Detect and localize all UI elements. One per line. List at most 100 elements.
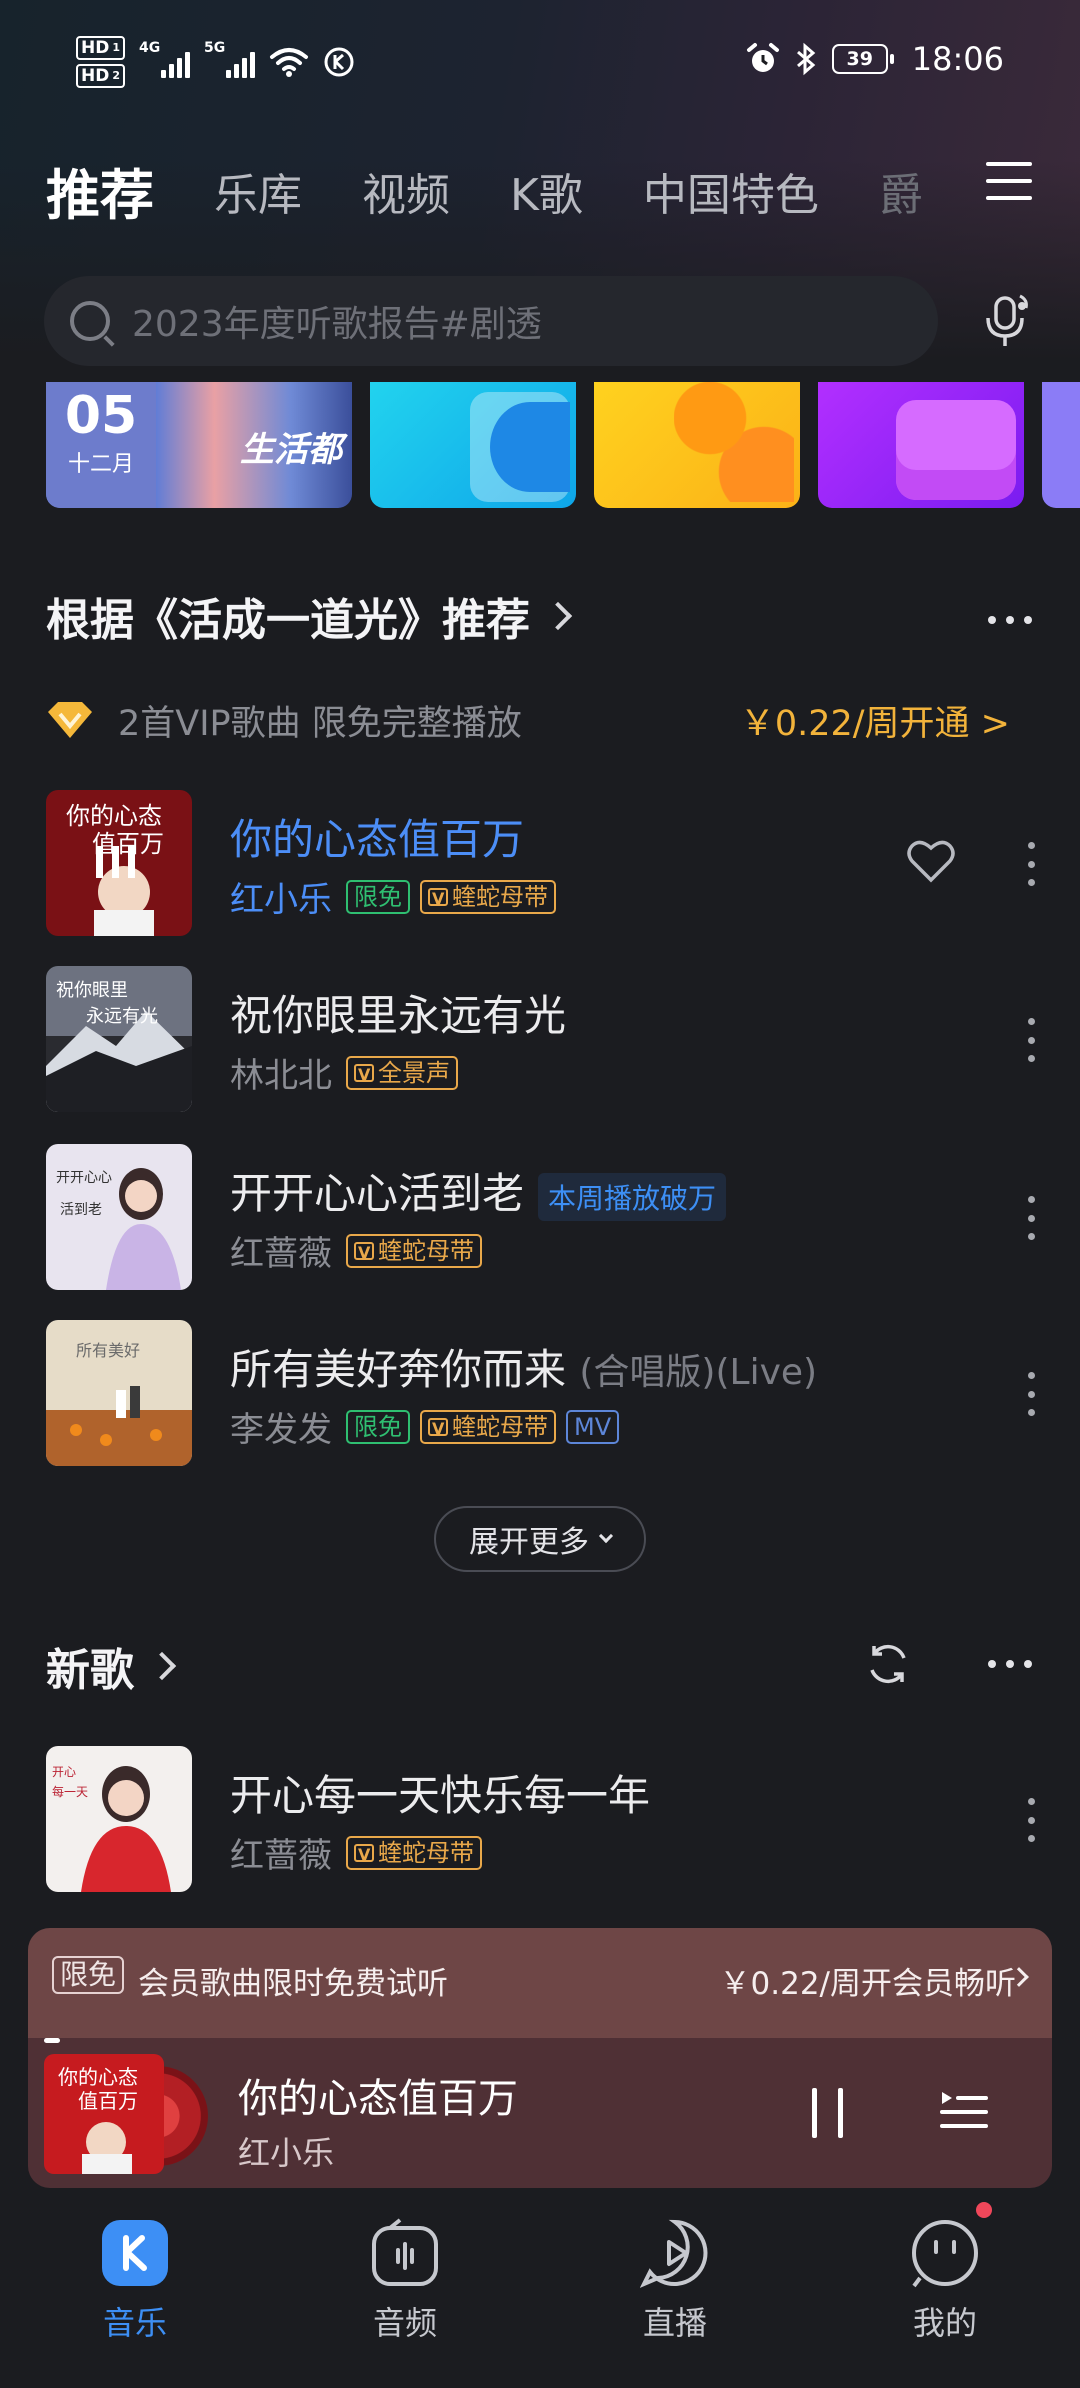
song-more-icon[interactable] (1026, 1798, 1036, 1842)
hd2-label: HD (81, 66, 110, 86)
free-badge: 限免 (346, 1409, 410, 1444)
refresh-icon[interactable] (864, 1640, 912, 1688)
heart-icon[interactable] (906, 838, 956, 884)
search-placeholder: 2023年度听歌报告#剧透 (132, 304, 542, 345)
tab-jazz[interactable]: 爵 (879, 164, 923, 228)
song-more-icon[interactable] (1026, 842, 1036, 886)
song-artist[interactable]: 红蔷薇 (230, 1828, 332, 1877)
recommend-section-title: 根据《活成一道光》推荐 (46, 595, 530, 646)
clock: 18:06 (911, 40, 1004, 78)
battery-level: 39 (846, 48, 873, 70)
nav-label: 直播 (642, 2304, 707, 2342)
song-artist[interactable]: 红小乐 (230, 872, 332, 921)
svg-text:所有美好: 所有美好 (76, 1341, 140, 1360)
player-artist: 红小乐 (238, 2134, 335, 2172)
banner-card-5[interactable] (1042, 382, 1080, 508)
banner-card-2[interactable] (370, 382, 576, 508)
expand-more-button[interactable]: 展开更多 (434, 1506, 646, 1572)
song-more-icon[interactable] (1026, 1018, 1036, 1062)
mv-badge[interactable]: MV (566, 1409, 620, 1444)
promo-price-link[interactable]: ￥0.22/周开会员畅听 (720, 1958, 1016, 2003)
tab-chinese-style[interactable]: 中国特色 (643, 164, 819, 228)
free-badge: 限免 (346, 879, 410, 914)
notification-dot (976, 2202, 992, 2218)
daily-date: 05 十二月 (46, 382, 156, 508)
section-more-icon[interactable] (988, 616, 1038, 628)
vip-price-link[interactable]: ￥0.22/周开通 > (740, 695, 1010, 746)
quality-badge-label: 蝰蛇母带 (378, 1838, 474, 1867)
song-more-icon[interactable] (1026, 1372, 1036, 1416)
vip-trial-banner[interactable]: 限免 会员歌曲限时免费试听 ￥0.22/周开会员畅听 (28, 1928, 1052, 2038)
top-tabs: 推荐 乐库 视频 K歌 中国特色 爵 (46, 148, 1006, 228)
tab-video[interactable]: 视频 (362, 164, 450, 228)
song-more-icon[interactable] (1026, 1196, 1036, 1240)
mini-player[interactable]: 你的心态 值百万 你的心态值百万 红小乐 (28, 2038, 1052, 2188)
song-meta: 红蔷薇 蝰蛇母带 (230, 1226, 482, 1275)
song-artist[interactable]: 林北北 (230, 1048, 332, 1097)
hd1-icon: HD 1 (76, 36, 125, 60)
status-right: 39 18:06 (746, 40, 1004, 78)
tab-recommend[interactable]: 推荐 (46, 164, 154, 228)
banner-card-3[interactable] (594, 382, 800, 508)
music-icon (100, 2218, 170, 2288)
player-cover[interactable]: 你的心态 值百万 (44, 2054, 164, 2174)
svg-text:开心: 开心 (52, 1765, 76, 1779)
svg-text:你的心态: 你的心态 (66, 802, 162, 830)
quality-badge: 蝰蛇母带 (346, 1233, 482, 1268)
search-bar[interactable]: 2023年度听歌报告#剧透 (44, 276, 938, 366)
quality-badge-label: 蝰蛇母带 (452, 1412, 548, 1441)
song-version: (合唱版)(Live) (579, 1352, 818, 1393)
gen2-label: 5G (204, 40, 226, 56)
section-more-icon[interactable] (988, 1660, 1038, 1672)
svg-text:祝你眼里: 祝你眼里 (56, 980, 128, 1001)
banner-daily-card[interactable]: 05 十二月 生活都 (46, 382, 352, 508)
song-row[interactable]: 你的心态 值百万 你的心态值百万 红小乐 限免 蝰蛇母带 (46, 790, 1036, 936)
voice-search-icon[interactable] (982, 292, 1034, 348)
status-bar: HD 1 HD 2 4G 5G 39 18:06 (0, 0, 1080, 130)
nav-music[interactable]: 音乐 (0, 2188, 270, 2388)
nav-me[interactable]: 我的 (810, 2188, 1080, 2388)
player-song-title: 你的心态值百万 (238, 2076, 518, 2122)
trending-tag: 本周播放破万 (538, 1172, 727, 1221)
nav-label: 我的 (912, 2304, 977, 2342)
signal-4g-icon: 4G (139, 40, 190, 78)
quality-badge-label: 蝰蛇母带 (452, 882, 548, 911)
song-row[interactable]: 开开心心 活到老 开开心心活到老本周播放破万 红蔷薇 蝰蛇母带 (46, 1144, 1036, 1290)
menu-icon[interactable] (986, 162, 1032, 202)
svg-text:你的心态: 你的心态 (58, 2065, 138, 2089)
tab-karaoke[interactable]: K歌 (510, 164, 583, 228)
song-artist[interactable]: 红蔷薇 (230, 1226, 332, 1275)
pause-icon[interactable] (808, 2088, 848, 2138)
viper-icon (428, 1414, 448, 1444)
banner-caption: 生活都 (240, 430, 342, 470)
song-artist[interactable]: 李发发 (230, 1402, 332, 1451)
vip-promo-line[interactable]: 2首VIP歌曲 限免完整播放 ￥0.22/周开通 > (46, 690, 1010, 750)
svg-text:值百万: 值百万 (78, 2089, 138, 2113)
audio-icon (370, 2218, 440, 2288)
song-title-wrap: 开开心心活到老 本周播放破万 (230, 1160, 727, 1221)
quality-badge: 全景声 (346, 1055, 458, 1090)
song-meta: 红蔷薇 蝰蛇母带 (230, 1828, 482, 1877)
recommend-section-header[interactable]: 根据《活成一道光》推荐 (46, 584, 573, 648)
viper-icon (354, 1840, 374, 1870)
wifi-icon (270, 48, 308, 77)
song-cover: 祝你眼里 永远有光 (46, 966, 192, 1112)
new-songs-header[interactable]: 新歌 (46, 1634, 177, 1698)
nav-audio[interactable]: 音频 (270, 2188, 540, 2388)
banner-card-4[interactable] (818, 382, 1024, 508)
song-row[interactable]: 所有美好 所有美好奔你而来 (合唱版)(Live) 李发发 限免 蝰蛇母带 MV (46, 1320, 1036, 1466)
nav-live[interactable]: 直播 (540, 2188, 810, 2388)
hd1-label: HD (81, 38, 110, 58)
tab-library[interactable]: 乐库 (214, 164, 302, 228)
playlist-icon[interactable] (938, 2088, 990, 2136)
song-title: 开心每一天快乐每一年 (230, 1771, 651, 1820)
banner-carousel: 05 十二月 生活都 (46, 382, 1080, 508)
song-title-wrap: 所有美好奔你而来 (合唱版)(Live) (230, 1336, 817, 1397)
song-row[interactable]: 祝你眼里 永远有光 祝你眼里永远有光 林北北 全景声 (46, 966, 1036, 1112)
vip-diamond-icon (48, 702, 92, 738)
song-meta: 林北北 全景声 (230, 1048, 458, 1097)
viper-icon (354, 1060, 374, 1090)
hd1-sub: 1 (112, 41, 120, 54)
nav-label: 音乐 (102, 2304, 167, 2342)
song-row[interactable]: 开心 每一天 开心每一天快乐每一年 红蔷薇 蝰蛇母带 (46, 1746, 1036, 1892)
